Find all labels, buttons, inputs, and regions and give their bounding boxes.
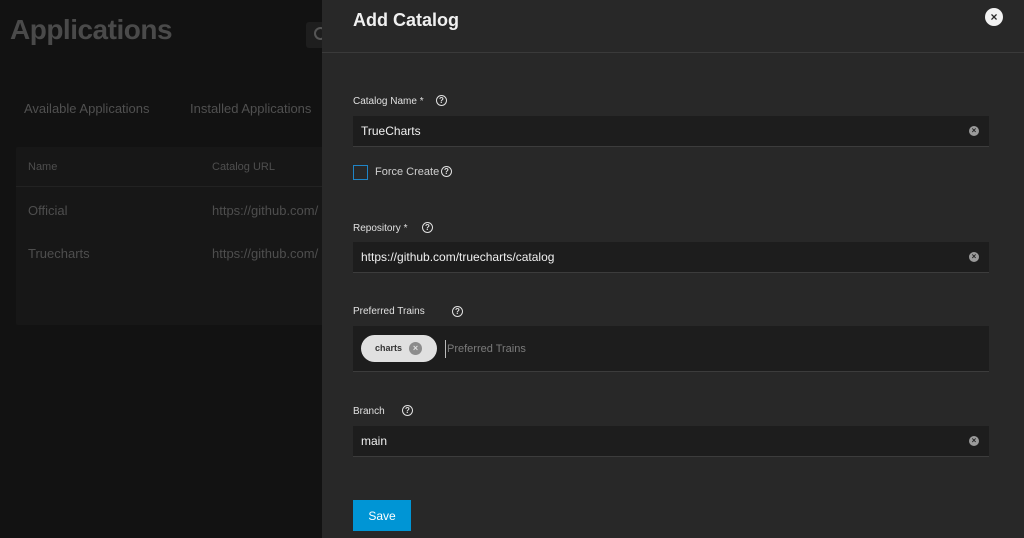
table-divider	[16, 186, 322, 187]
catalog-name-input[interactable]	[361, 116, 961, 146]
catalog-table-card	[16, 147, 346, 325]
save-button[interactable]: Save	[353, 500, 411, 531]
panel-title: Add Catalog	[353, 10, 459, 30]
clear-icon[interactable]: ×	[969, 252, 979, 262]
help-icon[interactable]: ?	[452, 306, 463, 317]
branch-input[interactable]	[361, 426, 961, 456]
table-header-catalog-url: Catalog URL	[212, 161, 275, 173]
preferred-trains-chip-list: charts ×	[353, 326, 989, 372]
tab-installed-applications[interactable]: Installed Applications	[190, 101, 311, 116]
repository-field: ×	[353, 242, 989, 273]
panel-header: Add Catalog ×	[322, 0, 1024, 53]
page-title: Applications	[10, 14, 173, 45]
table-cell-url: https://github.com/	[212, 246, 319, 261]
chip-remove-icon[interactable]: ×	[409, 342, 422, 355]
repository-label: Repository *	[353, 223, 408, 234]
close-icon: ×	[990, 10, 998, 24]
branch-label: Branch	[353, 406, 385, 417]
force-create-checkbox[interactable]	[353, 165, 368, 180]
help-icon[interactable]: ?	[441, 166, 452, 177]
clear-icon[interactable]: ×	[969, 436, 979, 446]
close-button[interactable]: ×	[985, 8, 1003, 26]
branch-field: ×	[353, 426, 989, 457]
table-cell-name: Truecharts	[28, 246, 90, 261]
clear-icon[interactable]: ×	[969, 126, 979, 136]
table-cell-url: https://github.com/	[212, 203, 319, 218]
table-cell-name: Official	[28, 203, 68, 218]
help-icon[interactable]: ?	[422, 222, 433, 233]
repository-input[interactable]	[361, 242, 961, 272]
help-icon[interactable]: ?	[402, 405, 413, 416]
table-header-name: Name	[28, 161, 58, 173]
catalog-name-label: Catalog Name *	[353, 96, 424, 107]
add-catalog-panel: Add Catalog × Catalog Name * ? × Force C…	[322, 0, 1024, 538]
preferred-trains-label: Preferred Trains	[353, 306, 425, 317]
force-create-label[interactable]: Force Create	[375, 166, 439, 178]
chip-charts[interactable]: charts ×	[361, 335, 437, 362]
chip-label: charts	[375, 343, 403, 353]
catalog-name-field: ×	[353, 116, 989, 147]
help-icon[interactable]: ?	[436, 95, 447, 106]
tab-available-applications[interactable]: Available Applications	[24, 101, 150, 116]
preferred-trains-input[interactable]	[445, 340, 747, 358]
